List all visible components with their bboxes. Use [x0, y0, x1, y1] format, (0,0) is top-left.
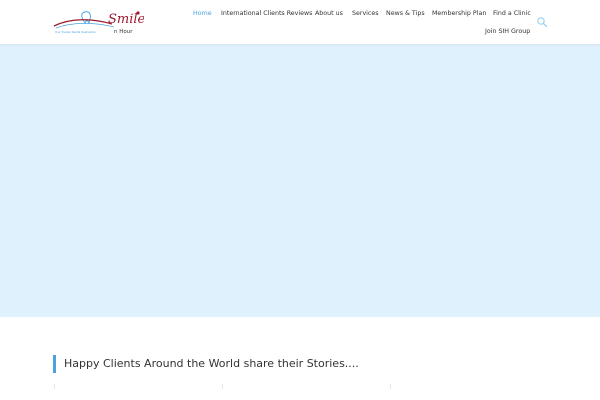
nav-item-international-clients-reviews[interactable]: International Clients Reviews	[221, 10, 312, 17]
card-divider	[222, 384, 223, 389]
nav-item-join-sih-group[interactable]: Join SIH Group	[485, 28, 530, 35]
nav-item-membership-plan[interactable]: Membership Plan	[432, 10, 486, 17]
hero-banner	[0, 44, 600, 317]
section-heading-text: Happy Clients Around the World share the…	[64, 357, 359, 370]
svg-text:Your Trusted Dental Destinatio: Your Trusted Dental Destination	[55, 30, 96, 34]
search-icon[interactable]	[536, 15, 548, 28]
section-heading: Happy Clients Around the World share the…	[53, 355, 359, 373]
nav-item-about-us[interactable]: About us	[315, 10, 343, 17]
site-header: Smile n Hour Your Trusted Dental Destina…	[0, 0, 600, 44]
card-divider	[54, 384, 55, 389]
nav-item-find-a-clinic[interactable]: Find a Clinic	[493, 10, 531, 17]
nav-item-news-tips[interactable]: News & Tips	[386, 10, 425, 17]
card-divider	[390, 384, 391, 389]
nav-item-services[interactable]: Services	[352, 10, 379, 17]
nav-item-home[interactable]: Home	[193, 10, 212, 17]
svg-text:n Hour: n Hour	[114, 29, 133, 35]
site-logo[interactable]: Smile n Hour Your Trusted Dental Destina…	[52, 8, 144, 36]
logo-graphic: Smile n Hour Your Trusted Dental Destina…	[53, 11, 144, 35]
